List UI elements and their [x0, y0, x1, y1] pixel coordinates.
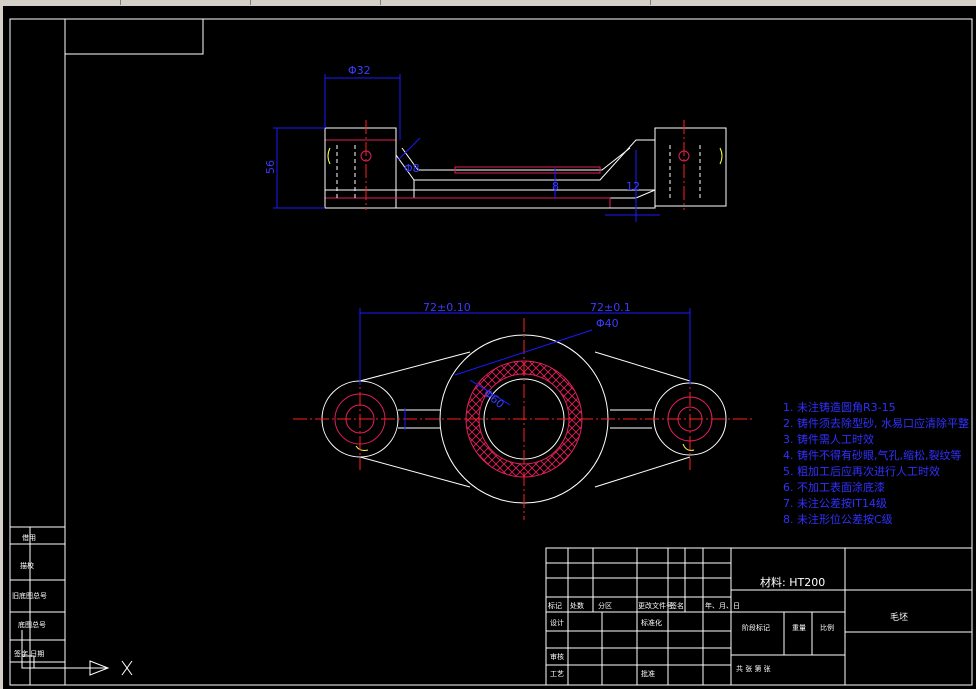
outer-sheet-border [9, 18, 973, 686]
strip-old-drawing-no: 旧底图总号 [12, 591, 47, 600]
plan-view: 72±0.10 72±0.1 Φ40 Φ60 [293, 301, 755, 520]
dim-hole-label: Φ8 [404, 162, 420, 175]
note-line: 4. 铸件不得有砂眼,气孔,缩松,裂纹等 [783, 448, 961, 462]
technical-notes: 1. 未注铸造圆角R3-15 2. 铸件须去除型砂, 水易口应清除平整 3. 铸… [783, 400, 969, 526]
tb-approve: 批准 [641, 669, 655, 678]
note-line: 7. 未注公差按IT14级 [783, 496, 887, 510]
tb-count: 处数 [570, 601, 584, 610]
tb-process: 工艺 [550, 670, 564, 678]
note-line: 1. 未注铸造圆角R3-15 [783, 400, 896, 414]
dim-leader [397, 137, 421, 161]
cad-drawing-window: Φ32 56 Φ8 8 12 72±0.10 72±0.1 Φ40 Φ60 1.… [0, 0, 976, 689]
dim-left-span-label: 72±0.10 [423, 301, 471, 314]
tb-change-doc: 更改文件号 [638, 601, 673, 610]
right-fillet [719, 147, 723, 165]
bottom-plate [324, 189, 656, 209]
strip-drawing-no: 底图总号 [18, 620, 46, 629]
tb-part-name: 毛坯 [890, 611, 908, 623]
note-line: 6. 不加工表面涂底漆 [783, 480, 885, 494]
dim-step-label: 12 [626, 180, 640, 193]
drawing-canvas[interactable]: Φ32 56 Φ8 8 12 72±0.10 72±0.1 Φ40 Φ60 1.… [0, 0, 976, 689]
strip-borrow: 借用 [22, 533, 36, 542]
tb-sheets: 共 张 第 张 [736, 664, 771, 673]
dim-height-label: 56 [264, 160, 277, 174]
tb-standard: 标准化 [641, 618, 662, 627]
tb-date: 年、月、日 [705, 601, 740, 610]
strip-trace-check: 描校 [20, 561, 34, 570]
title-block: 标记 处数 分区 更改文件号 签名 年、月、日 设计 标准化 审核 工艺 批准 … [545, 547, 973, 686]
tb-scale: 比例 [820, 623, 834, 632]
left-fillet [327, 147, 331, 165]
note-line: 5. 粗加工后应再次进行人工时效 [783, 464, 940, 478]
note-line: 2. 铸件须去除型砂, 水易口应清除平整 [783, 416, 969, 430]
tb-weight: 重量 [792, 624, 806, 632]
boss-fillets [355, 443, 695, 451]
dim-thick-label: 8 [552, 180, 559, 193]
tb-signature: 签名 [670, 601, 684, 610]
left-boss-hatch [324, 127, 397, 141]
top-left-code-box [64, 18, 204, 55]
tb-design: 设计 [550, 618, 564, 627]
tb-mark: 标记 [548, 601, 562, 610]
tb-material: 材料: HT200 [760, 575, 825, 589]
dim-center-dia-label: Φ40 [596, 317, 619, 330]
left-revision-strip: 借用 描校 旧底图总号 底图总号 签字 日期 [9, 526, 66, 686]
dim-right-span-label: 72±0.1 [590, 301, 631, 314]
note-line: 3. 铸件需人工时效 [783, 432, 874, 446]
tb-check: 审核 [550, 652, 564, 661]
strip-sign-date: 签字 日期 [14, 649, 44, 658]
inner-drawing-frame [64, 18, 973, 686]
front-view: Φ32 56 Φ8 8 12 [264, 64, 727, 222]
tb-zone: 分区 [598, 601, 612, 610]
right-boss [654, 127, 727, 207]
dim-width-label: Φ32 [348, 64, 371, 77]
left-strip-frame [9, 526, 66, 686]
tb-stage-mark: 阶段标记 [742, 623, 770, 632]
note-line: 8. 未注形位公差按C级 [783, 512, 893, 526]
body-bottom-edge [413, 180, 656, 199]
body-top-edge [395, 139, 655, 181]
bottom-plate-hatch [324, 197, 611, 209]
